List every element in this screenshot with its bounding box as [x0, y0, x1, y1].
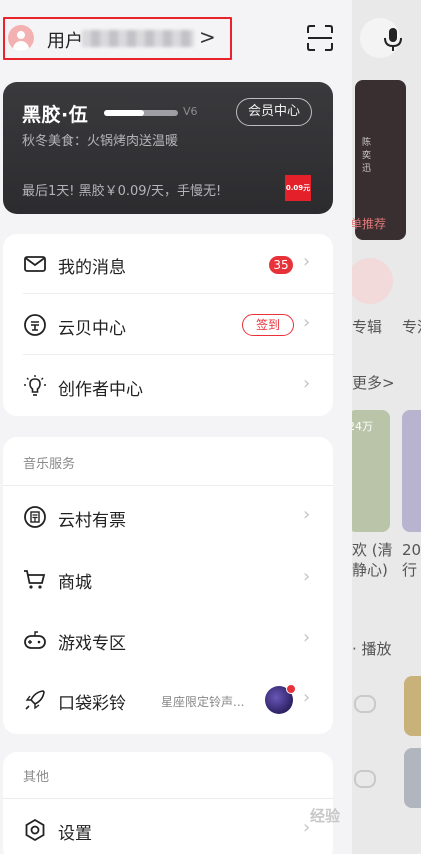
menu-item-coin-center[interactable]: 云贝中心 签到 › [3, 295, 333, 355]
menu-item-label: 口袋彩铃 [58, 694, 126, 714]
chevron-right-icon: › [303, 312, 311, 333]
play-icon [354, 770, 376, 788]
divider [3, 798, 333, 799]
main-menu-section: 我的消息 35 › 云贝中心 签到 › 创作者中心 › [3, 234, 335, 416]
playlist-card-1: 24万 [352, 410, 390, 532]
message-count-badge: 35 [269, 256, 293, 274]
vip-offer[interactable]: 最后1天! 黑胶￥0.09/天，手慢无! [22, 180, 221, 199]
banner-card: 陈 奕 迅 单推荐 [352, 80, 406, 240]
menu-item-tickets[interactable]: 云村有票 › [3, 487, 333, 547]
ringtone-subtitle: 星座限定铃声... [161, 695, 245, 709]
chevron-right-icon: › [303, 566, 311, 587]
recommend-text: 单推荐 [352, 217, 387, 231]
album-label: 专辑 [352, 318, 383, 336]
vip-title: 黑胶·伍 [22, 104, 89, 126]
menu-item-label: 商城 [58, 573, 92, 593]
vip-center-button[interactable]: 会员中心 [236, 98, 312, 126]
menu-item-creator-center[interactable]: 创作者中心 › [3, 356, 333, 416]
drawer-header: 用户 > [0, 0, 352, 80]
menu-item-games[interactable]: 游戏专区 › [3, 610, 333, 670]
menu-item-settings[interactable]: 设置 › [3, 800, 333, 854]
username[interactable]: 用户 [47, 27, 83, 53]
notification-dot [286, 684, 296, 694]
vip-progress [104, 110, 178, 116]
artist-text: 陈 奕 迅 [362, 138, 372, 174]
watermark: 经验 [310, 807, 341, 825]
menu-item-label: 创作者中心 [58, 380, 143, 400]
avatar[interactable] [8, 25, 34, 51]
thumb-1 [404, 676, 421, 736]
mic-icon[interactable] [382, 26, 404, 52]
more-link: 更多> [352, 374, 395, 392]
thumb-2 [404, 748, 421, 808]
song-snippet-2: 20 行 [402, 541, 421, 579]
vip-subtitle: 秋冬美食：火锅烤肉送温暖 [22, 134, 179, 149]
playlist-card-2 [402, 410, 421, 532]
music-services-section: 音乐服务 云村有票 › 商城 › 游戏专区 › 口袋彩铃 星座限定铃声... › [3, 437, 333, 734]
chevron-right-icon: › [303, 251, 311, 272]
rocket-icon [25, 690, 45, 710]
vip-offer-badge: 0.09元 [285, 175, 311, 201]
play-label: · 播放 [352, 640, 392, 658]
menu-item-label: 游戏专区 [58, 634, 126, 654]
play-count: 24万 [352, 420, 373, 433]
vip-card[interactable]: 黑胶·伍 V6 会员中心 秋冬美食：火锅烤肉送温暖 最后1天! 黑胶￥0.09/… [3, 82, 333, 214]
chevron-right-icon: › [303, 504, 311, 525]
divider [3, 485, 333, 486]
chevron-right-icon: › [303, 627, 311, 648]
menu-item-mall[interactable]: 商城 › [3, 549, 333, 609]
chevron-right-icon[interactable]: > [199, 25, 216, 49]
menu-item-label: 我的消息 [58, 258, 126, 278]
song-snippet: 欢 (清 静心) [352, 541, 393, 579]
coin-icon [24, 314, 46, 336]
section-title: 其他 [23, 770, 50, 785]
ticket-icon [24, 506, 46, 528]
album-circle [352, 258, 393, 304]
menu-item-ringtones[interactable]: 口袋彩铃 星座限定铃声... › [3, 670, 333, 730]
menu-item-label: 云贝中心 [58, 319, 126, 339]
other-section: 其他 设置 › [3, 752, 333, 854]
settings-icon [25, 818, 45, 842]
divider [23, 354, 335, 355]
bulb-icon [24, 375, 46, 396]
chevron-right-icon: › [303, 373, 311, 394]
divider [23, 293, 335, 294]
menu-item-label: 设置 [58, 824, 92, 844]
play-icon [354, 695, 376, 713]
chevron-right-icon: › [303, 687, 311, 708]
main-page-background: 陈 奕 迅 单推荐 专辑 专流 更多> 24万 欢 (清 静心) 20 行 · … [352, 0, 421, 854]
cart-icon [24, 570, 46, 589]
menu-item-messages[interactable]: 我的消息 35 › [3, 234, 333, 294]
sign-in-button[interactable]: 签到 [242, 314, 294, 336]
vip-level: V6 [183, 105, 198, 118]
album2-label: 专流 [402, 318, 421, 336]
mail-icon [24, 256, 46, 272]
username-redacted [82, 30, 194, 47]
scan-icon[interactable] [306, 24, 334, 52]
side-drawer: 用户 > 黑胶·伍 V6 会员中心 秋冬美食：火锅烤肉送温暖 最后1天! 黑胶￥… [0, 0, 352, 854]
gamepad-icon [24, 631, 46, 649]
section-title: 音乐服务 [23, 457, 76, 472]
menu-item-label: 云村有票 [58, 511, 126, 531]
